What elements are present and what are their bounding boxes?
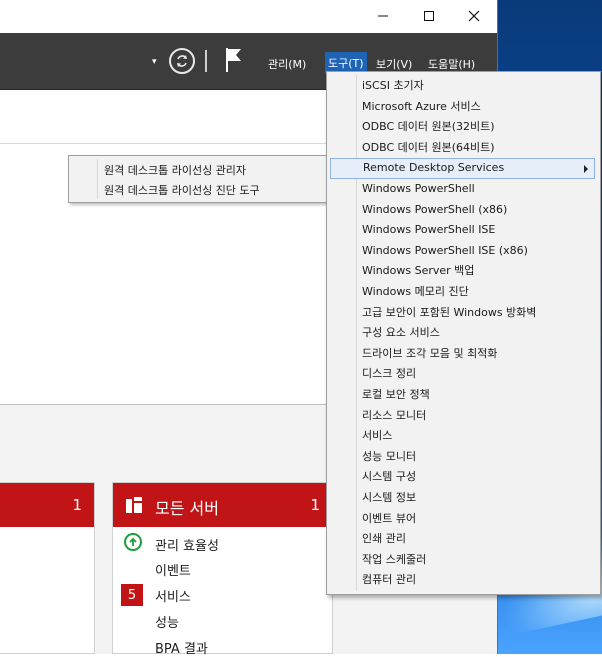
menu-item-tool[interactable]: Windows PowerShell — [330, 179, 595, 200]
menu-item-tool[interactable]: 서비스 — [330, 426, 595, 447]
menu-item-tool[interactable]: 로컬 보안 정책 — [330, 385, 595, 406]
menu-item-tool[interactable]: Windows PowerShell ISE (x86) — [330, 241, 595, 262]
menu-item-rd-licensing-diagnoser[interactable]: 원격 데스크톱 라이선싱 진단 도구 — [104, 182, 260, 198]
menu-manage[interactable]: 관리(M) — [268, 56, 306, 72]
tile-count: 1 — [72, 496, 82, 514]
tools-dropdown-menu: iSCSI 초기자 Microsoft Azure 서비스 ODBC 데이터 원본(… — [326, 71, 601, 595]
all-servers-tile[interactable]: 모든 서버 1 관리 효율성 이벤트 5 서비스 성능 BPA 결과 — [112, 482, 333, 657]
flag-icon[interactable] — [224, 47, 242, 76]
minimize-button[interactable] — [360, 0, 406, 32]
tile-row-events[interactable]: 이벤트 — [155, 560, 191, 579]
maximize-button[interactable] — [406, 0, 452, 32]
maximize-icon — [424, 11, 434, 21]
tile-row-bpa-results[interactable]: BPA 결과 — [155, 638, 208, 657]
menu-item-tool[interactable]: Windows Server 백업 — [330, 261, 595, 282]
chevron-down-icon[interactable]: ▾ — [152, 57, 157, 67]
status-badge: 5 — [121, 584, 143, 606]
menu-item-tool[interactable]: ODBC 데이터 원본(64비트) — [330, 138, 595, 159]
check-up-icon — [124, 533, 142, 551]
minimize-icon — [378, 15, 388, 17]
menu-help[interactable]: 도움말(H) — [428, 56, 475, 72]
close-button[interactable] — [451, 0, 497, 32]
tile-header: 1 — [0, 483, 94, 527]
close-icon — [468, 10, 480, 22]
menu-item-tool[interactable]: 성능 모니터 — [330, 447, 595, 468]
menu-item-tool[interactable]: 디스크 정리 — [330, 364, 595, 385]
menu-item-tool[interactable]: 드라이브 조각 모음 및 최적화 — [330, 344, 595, 365]
tile-row-services[interactable]: 서비스 — [155, 586, 191, 605]
menu-item-tool[interactable]: Microsoft Azure 서비스 — [330, 97, 595, 118]
rds-submenu: 원격 데스크톱 라이선싱 관리자 원격 데스크톱 라이선싱 진단 도구 — [68, 155, 328, 203]
menu-view[interactable]: 보기(V) — [376, 56, 412, 72]
menu-item-tool[interactable]: 리소스 모니터 — [330, 406, 595, 427]
menu-item-tool[interactable]: 컴퓨터 관리 — [330, 570, 595, 591]
menu-item-tool[interactable]: ODBC 데이터 원본(32비트) — [330, 117, 595, 138]
menu-item-tool[interactable]: Remote Desktop Services — [330, 158, 595, 179]
menu-gutter — [97, 159, 98, 199]
menu-item-tool[interactable]: 인쇄 관리 — [330, 529, 595, 550]
tile-header: 모든 서버 1 — [113, 483, 332, 527]
menu-item-tool[interactable]: 시스템 구성 — [330, 467, 595, 488]
server-icon — [125, 496, 143, 517]
menu-item-tool[interactable]: Windows 메모리 진단 — [330, 282, 595, 303]
chevron-right-icon — [584, 165, 588, 174]
server-group-tile[interactable]: 1 — [0, 482, 95, 654]
title-bar — [0, 0, 497, 32]
toolbar-divider — [205, 50, 207, 72]
menu-item-tool[interactable]: iSCSI 초기자 — [330, 76, 595, 97]
menu-item-tool[interactable]: 작업 스케줄러 — [330, 550, 595, 571]
tile-row-manageability[interactable]: 관리 효율성 — [155, 535, 219, 554]
tile-title: 모든 서버 — [155, 499, 219, 518]
tile-row-performance[interactable]: 성능 — [155, 612, 179, 631]
menu-item-tool[interactable]: Windows PowerShell ISE — [330, 220, 595, 241]
menu-item-tool[interactable]: 고급 보안이 포함된 Windows 방화벽 — [330, 303, 595, 324]
menu-item-tool[interactable]: 시스템 정보 — [330, 488, 595, 509]
menu-item-tool[interactable]: 이벤트 뷰어 — [330, 509, 595, 530]
menu-item-rd-licensing-manager[interactable]: 원격 데스크톱 라이선싱 관리자 — [104, 162, 246, 178]
menu-item-tool[interactable]: 구성 요소 서비스 — [330, 323, 595, 344]
tile-count: 1 — [310, 496, 320, 514]
menu-item-tool[interactable]: Windows PowerShell (x86) — [330, 200, 595, 221]
refresh-icon[interactable] — [169, 48, 195, 74]
